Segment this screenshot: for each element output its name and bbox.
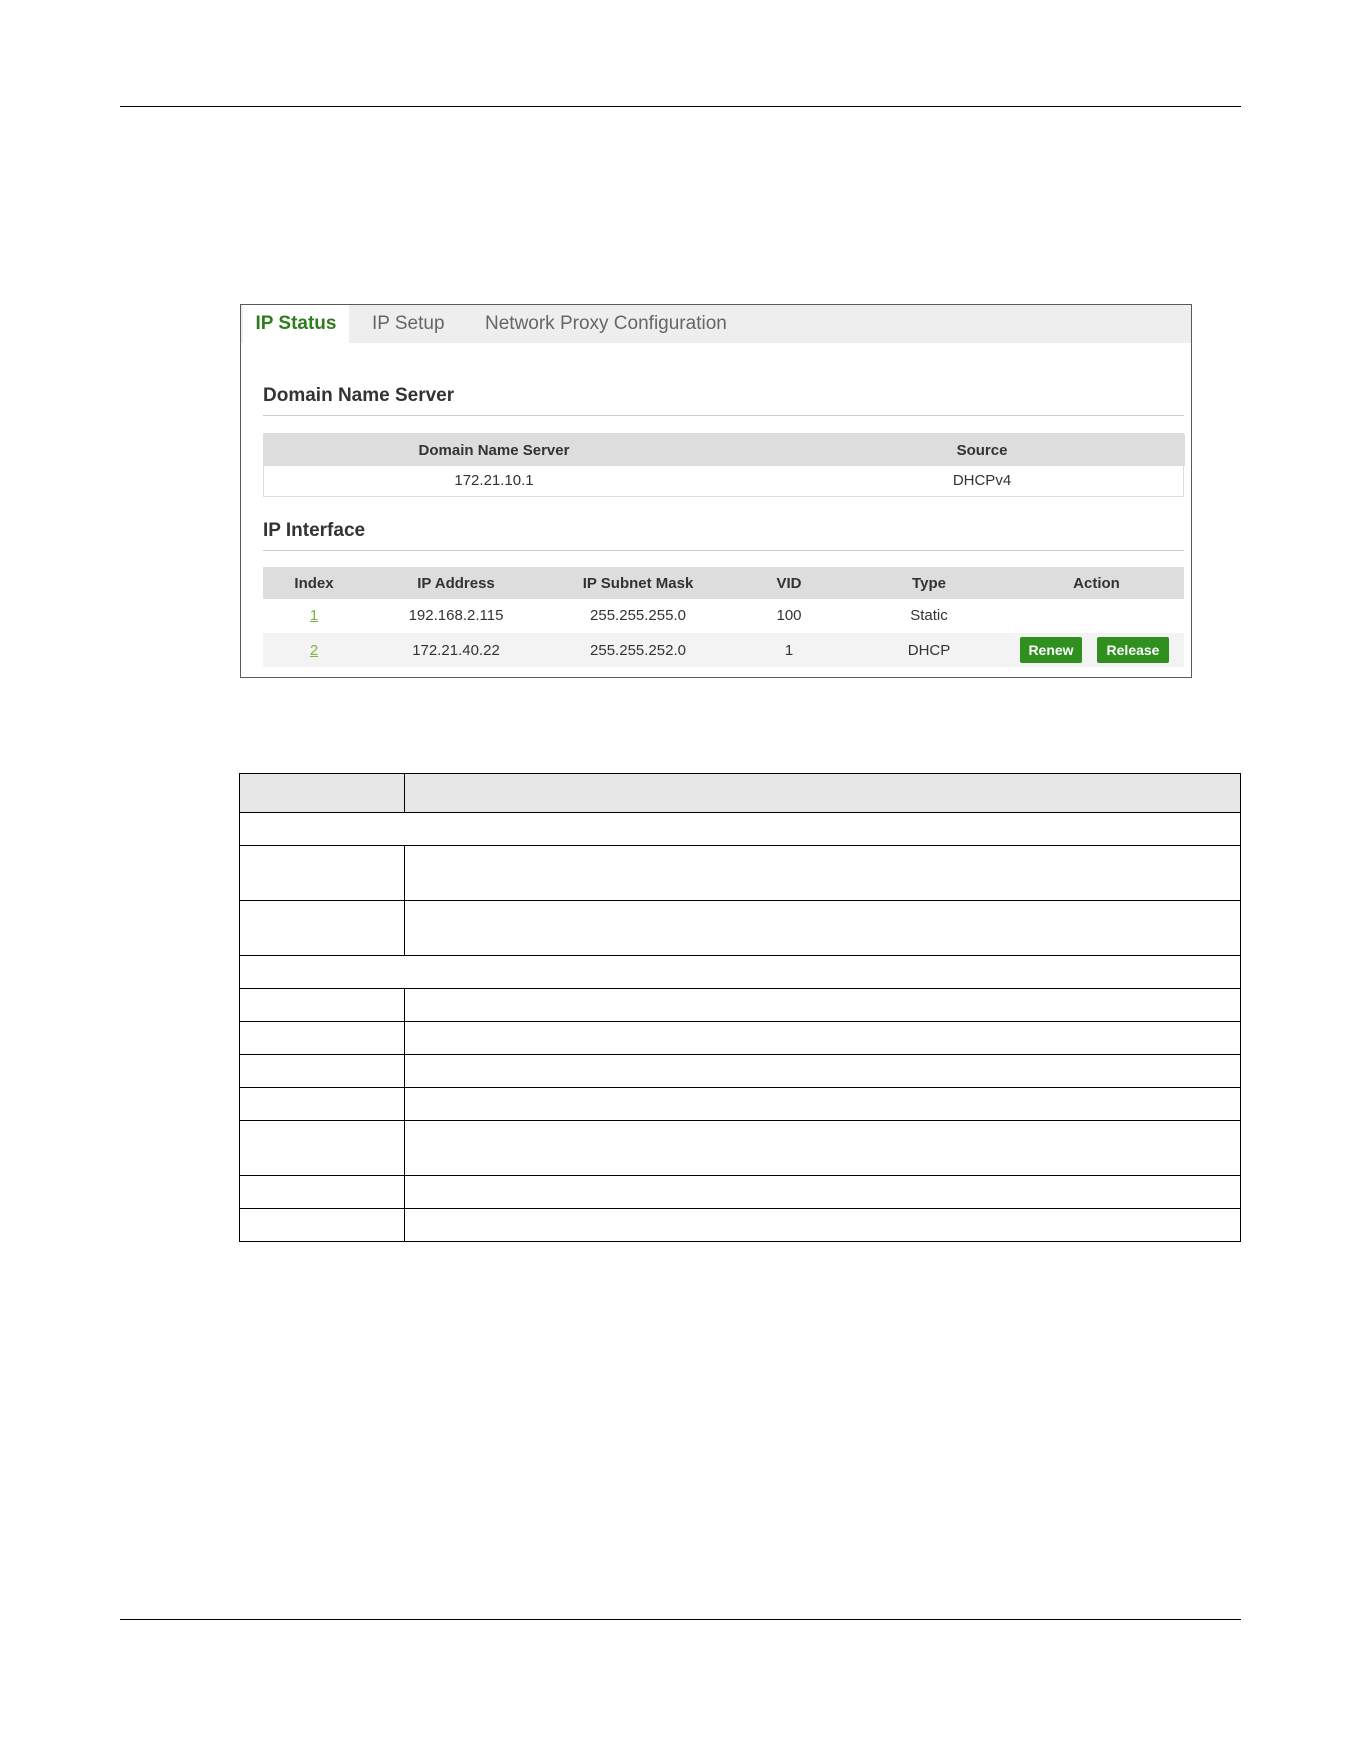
tab-ip-status[interactable]: IP Status	[243, 305, 349, 343]
release-button[interactable]: Release	[1097, 637, 1169, 663]
subnet-mask-cell: 255.255.252.0	[590, 642, 686, 659]
type-cell: DHCP	[907, 642, 951, 659]
tab-bar: IP Status IP Setup Network Proxy Configu…	[241, 305, 1191, 343]
field-description-table	[239, 773, 1241, 1242]
section-row	[239, 955, 1241, 989]
description-cell	[404, 1021, 1241, 1055]
description-cell	[404, 1208, 1241, 1242]
subnet-mask-cell: 255.255.255.0	[590, 607, 686, 624]
type-cell: Static	[910, 607, 948, 624]
description-cell	[404, 1175, 1241, 1209]
label-cell	[239, 1021, 405, 1055]
section-cell	[239, 812, 1241, 846]
table-row	[239, 1120, 1241, 1176]
renew-button[interactable]: Renew	[1020, 637, 1082, 663]
table-row	[239, 900, 1241, 956]
tab-network-proxy-configuration[interactable]: Network Proxy Configuration	[485, 305, 727, 343]
label-cell	[239, 1054, 405, 1088]
label-cell	[239, 1087, 405, 1121]
page-footer-rule	[120, 1619, 1241, 1620]
label-cell	[239, 845, 405, 901]
table-row: 2 172.21.40.22 255.255.252.0 1 DHCP Rene…	[263, 633, 1184, 667]
column-header-vid: VID	[776, 575, 802, 592]
label-cell	[239, 988, 405, 1022]
column-header-type: Type	[912, 575, 946, 592]
column-header-domain-name-server: Domain Name Server	[418, 442, 570, 459]
ip-status-panel: IP Status IP Setup Network Proxy Configu…	[240, 304, 1192, 678]
description-header-cell	[404, 773, 1241, 813]
table-row	[239, 1087, 1241, 1121]
index-link-1[interactable]: 1	[263, 607, 365, 624]
label-cell	[239, 1175, 405, 1209]
table-row: 1 192.168.2.115 255.255.255.0 100 Static	[263, 599, 1184, 634]
table-row	[239, 845, 1241, 901]
vid-cell: 1	[784, 642, 794, 659]
description-cell	[404, 1120, 1241, 1176]
dns-section-divider	[263, 415, 1184, 416]
ip-interface-section-divider	[263, 550, 1184, 551]
description-cell	[404, 988, 1241, 1022]
section-cell	[239, 955, 1241, 989]
ip-address-cell: 172.21.40.22	[412, 642, 500, 659]
description-cell	[404, 1054, 1241, 1088]
column-header-ip-address: IP Address	[417, 575, 495, 592]
section-row	[239, 812, 1241, 846]
index-link-2[interactable]: 2	[263, 642, 365, 659]
label-header-cell	[239, 773, 405, 813]
table-header-row	[239, 773, 1241, 813]
table-row	[239, 1054, 1241, 1088]
ip-interface-section-title: IP Interface	[263, 520, 366, 541]
column-header-index: Index	[294, 575, 334, 592]
description-cell	[404, 900, 1241, 956]
label-cell	[239, 1208, 405, 1242]
description-cell	[404, 1087, 1241, 1121]
label-cell	[239, 900, 405, 956]
label-cell	[239, 1120, 405, 1176]
tab-ip-setup[interactable]: IP Setup	[372, 305, 445, 343]
column-header-source: Source	[956, 442, 1008, 459]
description-cell	[404, 845, 1241, 901]
table-row	[239, 1208, 1241, 1242]
page-header-rule	[120, 106, 1241, 107]
ip-interface-table: Index IP Address IP Subnet Mask VID Type…	[263, 567, 1184, 669]
table-row	[239, 988, 1241, 1022]
dns-section-title: Domain Name Server	[263, 385, 455, 406]
ip-table-header: Index IP Address IP Subnet Mask VID Type…	[263, 567, 1184, 599]
dns-source-value: DHCPv4	[952, 472, 1012, 489]
column-header-action: Action	[1073, 575, 1120, 592]
table-row: 172.21.10.1 DHCPv4	[264, 466, 1183, 496]
table-row	[239, 1021, 1241, 1055]
table-row	[239, 1175, 1241, 1209]
dns-table: Domain Name Server Source 172.21.10.1 DH…	[263, 433, 1185, 497]
vid-cell: 100	[776, 607, 802, 624]
ip-address-cell: 192.168.2.115	[408, 607, 504, 624]
column-header-ip-subnet-mask: IP Subnet Mask	[582, 575, 694, 592]
dns-table-header: Domain Name Server Source	[264, 434, 1185, 466]
dns-server-value: 172.21.10.1	[454, 472, 534, 489]
